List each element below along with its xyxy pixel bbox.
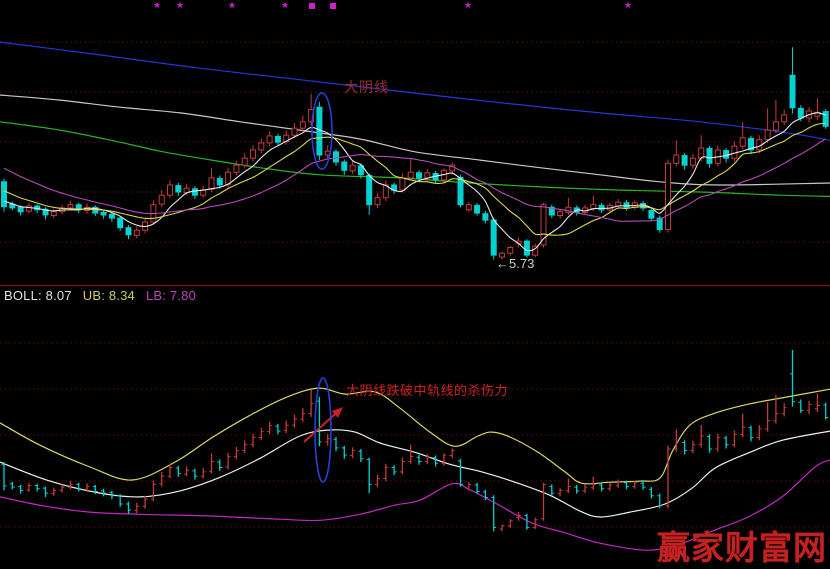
candlestick — [176, 186, 181, 192]
low-price-label: ←5.73 — [496, 257, 534, 271]
candlestick — [18, 207, 23, 212]
candlestick — [259, 143, 264, 150]
candlestick — [466, 205, 471, 210]
arrow-shaft — [304, 411, 339, 442]
candlestick — [275, 137, 280, 143]
candlestick — [168, 185, 173, 195]
long-term-ma-blue — [0, 42, 830, 140]
candlestick — [68, 205, 73, 208]
candlestick — [790, 75, 795, 108]
candlestick — [375, 198, 380, 205]
event-marker-asterisk-icon: * — [625, 0, 631, 15]
candlestick — [475, 205, 480, 213]
candlestick — [773, 122, 778, 130]
kline-main-panel — [0, 42, 830, 260]
candlestick — [51, 212, 56, 216]
boll-ub-value: UB: 8.34 — [83, 288, 135, 303]
stock-chart-window: * * * * * * BOLL: 8.07 UB: 8.34 LB: 7.80 大阴线 ←5… — [0, 0, 830, 569]
event-marker-square-icon — [309, 3, 315, 9]
candlestick — [192, 189, 197, 195]
candlestick — [159, 195, 164, 204]
candlestick — [292, 128, 297, 135]
annotation-boll-midline-break: 大阴线跌破中轨线的杀伤力 — [346, 384, 508, 398]
candlestick — [599, 205, 604, 210]
boll-indicator-labels: BOLL: 8.07 UB: 8.34 LB: 7.80 — [4, 289, 207, 303]
candlestick — [101, 212, 106, 215]
candlestick — [649, 211, 654, 219]
candlestick — [367, 175, 372, 204]
candlestick — [682, 156, 687, 166]
boll-lb-value: LB: 7.80 — [146, 288, 196, 303]
candlestick — [408, 172, 413, 178]
event-marker-asterisk-icon: * — [154, 0, 160, 15]
candlestick — [350, 165, 355, 171]
candlestick — [740, 138, 745, 146]
candlestick — [798, 108, 803, 118]
candlestick — [26, 206, 31, 211]
event-marker-asterisk-icon: * — [229, 0, 235, 15]
candlestick — [690, 158, 695, 165]
boll-mid-value: BOLL: 8.07 — [4, 288, 72, 303]
candlestick — [126, 228, 131, 235]
candlestick — [524, 241, 529, 255]
candlestick — [823, 112, 828, 127]
candlestick — [342, 162, 347, 170]
annotation-big-bearish-candle: 大阴线 — [344, 80, 389, 95]
boll-band-MID — [0, 430, 830, 517]
candlestick — [425, 173, 430, 178]
candlestick — [334, 152, 339, 162]
boll-indicator-panel — [0, 343, 830, 550]
candlestick — [724, 151, 729, 159]
candlestick — [217, 179, 222, 185]
chart-canvas[interactable]: * * * * * * — [0, 0, 830, 569]
candlestick — [267, 136, 272, 143]
candlestick — [134, 230, 139, 235]
candlestick — [674, 155, 679, 163]
event-marker-asterisk-icon: * — [177, 0, 183, 15]
candlestick — [491, 220, 496, 255]
candlestick — [300, 122, 305, 128]
event-marker-square-icon — [330, 3, 336, 9]
candlestick — [591, 205, 596, 209]
candlestick — [234, 165, 239, 172]
candlestick — [118, 218, 123, 228]
candlestick — [666, 163, 671, 229]
candlestick — [782, 115, 787, 122]
candlestick — [400, 178, 405, 190]
candlestick — [109, 214, 114, 218]
candlestick — [558, 212, 563, 216]
candlestick — [242, 158, 247, 165]
candlestick — [458, 177, 463, 204]
candlestick — [251, 150, 256, 158]
boll-band-UB — [0, 388, 830, 484]
candlestick — [508, 248, 513, 254]
candlestick — [2, 182, 7, 207]
candlestick — [707, 149, 712, 164]
long-term-ma-white — [0, 95, 830, 185]
event-marker-asterisk-icon: * — [465, 0, 471, 15]
candlestick — [417, 173, 422, 178]
candlestick — [209, 178, 214, 190]
candlestick — [483, 214, 488, 220]
candlestick — [765, 130, 770, 140]
watermark-logo: 赢家财富网 — [657, 521, 827, 569]
event-marker-asterisk-icon: * — [282, 0, 288, 15]
candlestick — [624, 203, 629, 208]
